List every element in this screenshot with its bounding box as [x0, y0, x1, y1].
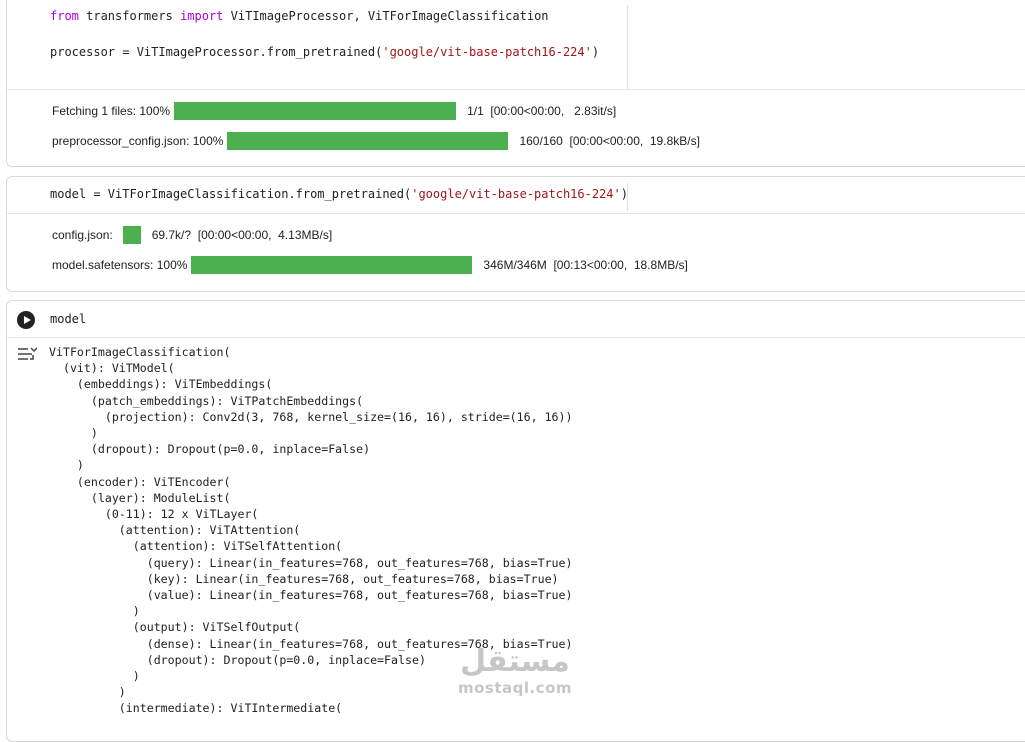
progress-stats: 1/1 [00:00<00:00, 2.83it/s] [467, 104, 617, 118]
progress-bar [122, 226, 141, 244]
output-line: ) [118, 685, 126, 700]
code-cell-1[interactable]: from transformers import ViTImageProcess… [6, 0, 1025, 167]
code-cell-2[interactable]: model = ViTForImageClassification.from_p… [6, 176, 1025, 292]
output-line: (patch_embeddings): ViTPatchEmbeddings( [90, 393, 364, 408]
output-line: ) [132, 669, 140, 684]
play-icon[interactable] [17, 311, 35, 329]
output-line: (encoder): ViTEncoder( [76, 474, 231, 489]
output-line: (dropout): Dropout(p=0.0, inplace=False) [90, 442, 371, 457]
progress-bar [174, 102, 457, 120]
output-line: (embeddings): ViTEmbeddings( [76, 377, 273, 392]
cell-divider [7, 89, 1025, 90]
output-line: ViTForImageClassification( [49, 345, 231, 359]
output-line: (vit): ViTModel( [62, 361, 175, 376]
progress-label: preprocessor_config.json: 100% [52, 134, 224, 148]
output-line: (value): Linear(in_features=768, out_fea… [146, 588, 573, 603]
progress-row-fetching: Fetching 1 files: 100% 1/1 [00:00<00:00,… [52, 101, 616, 121]
progress-label: config.json: [52, 228, 113, 242]
cell-divider [7, 213, 1025, 214]
output-line: (projection): Conv2d(3, 768, kernel_size… [104, 409, 573, 424]
output-line: ) [90, 426, 98, 441]
progress-bar [227, 132, 509, 150]
output-line: (dropout): Dropout(p=0.0, inplace=False) [146, 652, 426, 667]
output-line: ) [132, 604, 140, 619]
cell-divider [7, 337, 1025, 338]
progress-label: Fetching 1 files: 100% [52, 104, 171, 118]
output-line: (output): ViTSelfOutput( [132, 620, 301, 635]
watermark-arabic: مستقل [460, 644, 570, 679]
output-menu-icon[interactable] [17, 346, 37, 364]
output-line: (attention): ViTSelfAttention( [132, 539, 343, 554]
code-line-model-call[interactable]: model [50, 312, 86, 326]
output-line: (0-11): 12 x ViTLayer( [104, 507, 259, 522]
output-line: (intermediate): ViTIntermediate( [118, 701, 343, 716]
watermark-latin: mostaql.com [457, 679, 573, 697]
progress-stats: 69.7k/? [00:00<00:00, 4.13MB/s] [151, 228, 333, 242]
editor-ruler [627, 5, 628, 89]
progress-stats: 160/160 [00:00<00:00, 19.8kB/s] [519, 134, 700, 148]
watermark-logo: مستقل mostaql.com [450, 644, 580, 698]
output-line: ) [76, 458, 84, 473]
output-line: (layer): ModuleList( [90, 490, 231, 505]
code-line-import[interactable]: from transformers import ViTImageProcess… [50, 9, 549, 23]
progress-stats: 346M/346M [00:13<00:00, 18.8MB/s] [483, 258, 688, 272]
code-line-model[interactable]: model = ViTForImageClassification.from_p… [50, 187, 628, 201]
output-line: (attention): ViTAttention( [118, 523, 301, 538]
editor-ruler [627, 183, 628, 211]
progress-row-preprocessor: preprocessor_config.json: 100% 160/160 [… [52, 131, 700, 151]
progress-row-safetensors: model.safetensors: 100% 346M/346M [00:13… [52, 255, 688, 275]
progress-label: model.safetensors: 100% [52, 258, 188, 272]
progress-bar [191, 256, 473, 274]
progress-row-config: config.json: 69.7k/? [00:00<00:00, 4.13M… [52, 225, 332, 245]
code-line-processor[interactable]: processor = ViTImageProcessor.from_pretr… [50, 45, 599, 59]
output-line: (key): Linear(in_features=768, out_featu… [146, 571, 559, 586]
output-line: (query): Linear(in_features=768, out_fea… [146, 555, 573, 570]
